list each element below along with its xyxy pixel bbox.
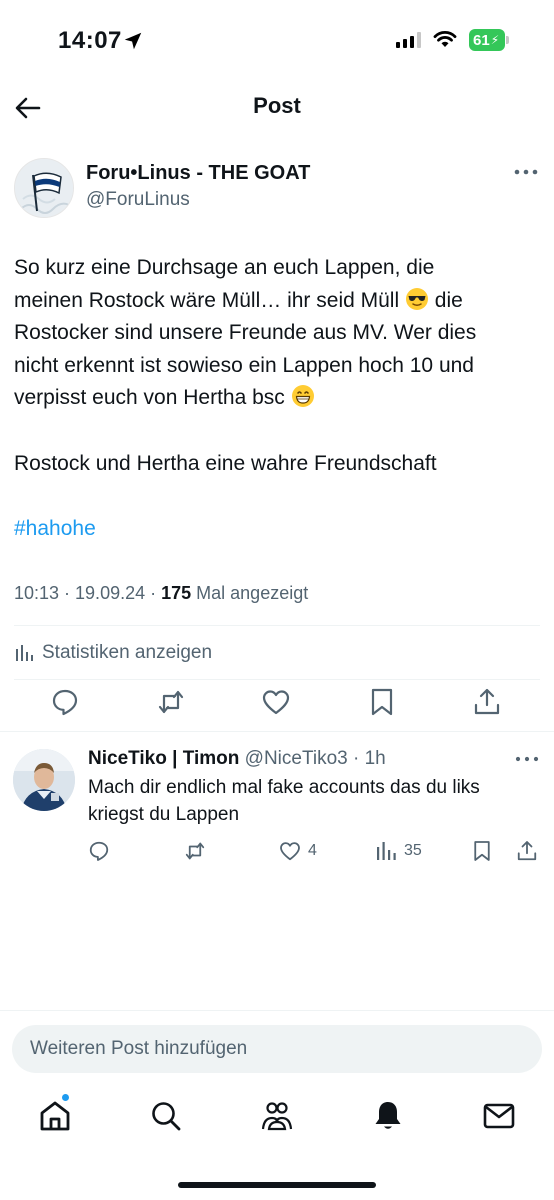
reply-like-count: 4 bbox=[308, 842, 317, 859]
reply-more-options-icon[interactable] bbox=[514, 752, 540, 766]
communities-icon[interactable] bbox=[259, 1098, 295, 1134]
share-icon bbox=[517, 841, 537, 861]
reply-author-name[interactable]: NiceTiko | Timon bbox=[88, 748, 239, 769]
bottom-tab-bar bbox=[0, 1090, 554, 1150]
post-line: nicht erkennt ist sowieso ein Lappen hoc… bbox=[14, 353, 474, 377]
stats-label: Statistiken anzeigen bbox=[42, 642, 213, 663]
post-line: meinen Rostock wäre Müll… ihr seid Müll … bbox=[14, 287, 463, 312]
reply-like-button[interactable]: 4 bbox=[278, 838, 317, 864]
wifi-icon bbox=[433, 31, 457, 47]
location-arrow-icon bbox=[124, 32, 142, 50]
reply-reply-button[interactable] bbox=[87, 838, 111, 864]
reply-actions: 4 35 bbox=[0, 838, 554, 866]
reply-author-handle[interactable]: @NiceTiko3 · 1h bbox=[239, 748, 386, 769]
reply-icon bbox=[89, 841, 109, 861]
reply-avatar[interactable] bbox=[13, 749, 75, 811]
top-header: Post bbox=[0, 80, 554, 136]
reply-bookmark-button[interactable] bbox=[470, 838, 494, 864]
divider bbox=[0, 1010, 554, 1011]
reply-view-count: 35 bbox=[404, 842, 422, 859]
page-title: Post bbox=[253, 93, 301, 118]
reply-composer[interactable] bbox=[12, 1025, 542, 1073]
author-name[interactable]: Foru•Linus - THE GOAT bbox=[86, 162, 310, 185]
grinning-emoji-icon bbox=[291, 385, 314, 407]
reply-icon[interactable] bbox=[49, 686, 81, 718]
battery-level: 61 bbox=[473, 31, 490, 49]
divider bbox=[14, 679, 540, 680]
post-timestamp: 10:13 · 19.09.24 · 175 Mal angezeigt bbox=[14, 583, 309, 603]
author-handle[interactable]: @ForuLinus bbox=[86, 189, 190, 211]
author-avatar[interactable] bbox=[14, 158, 74, 218]
post-actions bbox=[0, 686, 554, 722]
post-line: Rostocker sind unsere Freunde aus MV. We… bbox=[14, 321, 477, 344]
search-icon[interactable] bbox=[148, 1098, 184, 1134]
bookmark-icon[interactable] bbox=[366, 686, 398, 718]
cellular-signal-icon bbox=[396, 32, 421, 48]
stats-icon bbox=[16, 645, 33, 661]
like-heart-icon[interactable] bbox=[260, 686, 292, 718]
divider bbox=[14, 625, 540, 626]
reply-header: NiceTiko | Timon @NiceTiko3 · 1h bbox=[88, 748, 386, 770]
like-heart-icon bbox=[280, 842, 300, 861]
messages-envelope-icon[interactable] bbox=[481, 1098, 517, 1134]
reply-repost-button[interactable] bbox=[183, 838, 207, 864]
home-icon[interactable] bbox=[37, 1098, 73, 1134]
post-line: Rostock und Hertha eine wahre Freundscha… bbox=[14, 451, 437, 475]
status-time: 14:07 bbox=[58, 27, 122, 54]
more-options-icon[interactable] bbox=[512, 164, 540, 180]
post-line: verpisst euch von Hertha bsc bbox=[14, 382, 544, 415]
view-stats-button[interactable]: Statistiken anzeigen bbox=[14, 640, 212, 666]
home-unread-dot bbox=[61, 1093, 70, 1102]
hashtag-link[interactable]: #hahohe bbox=[14, 513, 544, 546]
reply-avatar-photo bbox=[13, 749, 75, 811]
notifications-bell-icon[interactable] bbox=[370, 1098, 406, 1134]
reply-views-button[interactable]: 35 bbox=[374, 838, 422, 864]
status-bar: 14:07 61 ⚡ bbox=[0, 0, 554, 80]
home-indicator bbox=[178, 1182, 376, 1188]
view-count: 175 bbox=[161, 583, 192, 603]
flag-logo-icon bbox=[15, 159, 73, 217]
bookmark-icon bbox=[474, 841, 490, 861]
post-line: So kurz eine Durchsage an euch Lappen, d… bbox=[14, 256, 435, 279]
sunglasses-emoji-icon bbox=[405, 287, 428, 310]
reply-share-button[interactable] bbox=[515, 838, 539, 864]
stats-icon bbox=[377, 842, 396, 860]
repost-icon bbox=[185, 842, 205, 860]
reply-item[interactable]: NiceTiko | Timon @NiceTiko3 · 1h Mach di… bbox=[0, 732, 554, 882]
post-author: Foru•Linus - THE GOAT @ForuLinus bbox=[14, 156, 540, 220]
repost-icon[interactable] bbox=[155, 686, 187, 718]
reply-text: Mach dir endlich mal fake accounts das d… bbox=[88, 777, 480, 825]
battery-icon: 61 ⚡ bbox=[469, 29, 509, 51]
post-text: So kurz eine Durchsage an euch Lappen, d… bbox=[14, 252, 544, 546]
share-icon[interactable] bbox=[471, 686, 503, 718]
reply-input[interactable] bbox=[12, 1025, 542, 1073]
